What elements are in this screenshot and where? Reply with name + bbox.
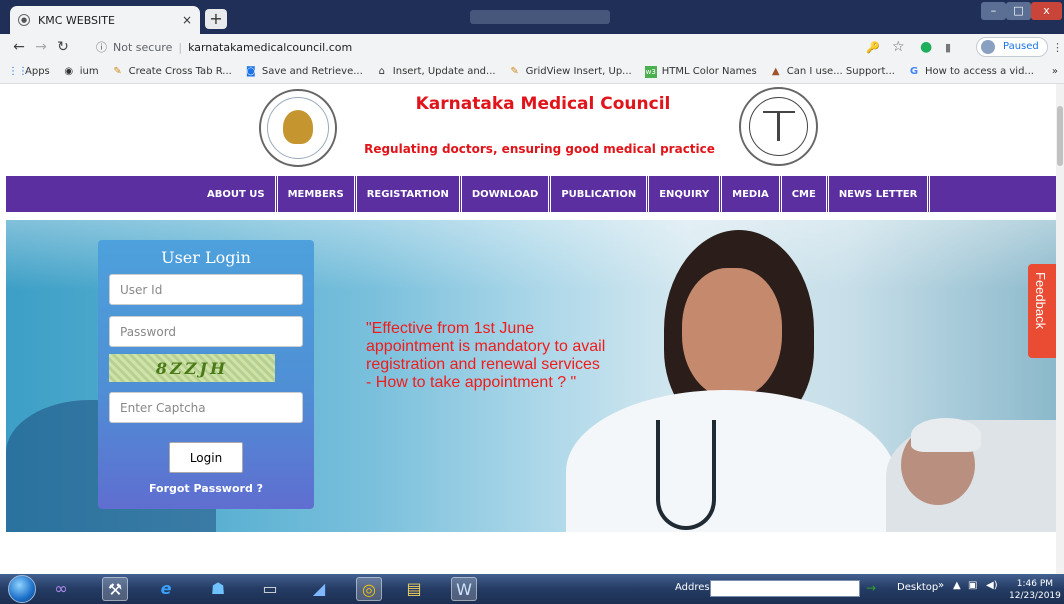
clock-time: 1:46 PM (1016, 579, 1054, 589)
visual-studio-icon[interactable]: ∞ (48, 577, 74, 601)
menu-enquiry[interactable]: ENQUIRY (646, 176, 719, 212)
site-header: Karnataka Medical Council Regulating doc… (0, 84, 1056, 176)
volume-icon[interactable]: ◀) (986, 580, 998, 591)
taskbar-address-input[interactable] (710, 580, 860, 597)
feedback-label: Feedback (1033, 272, 1048, 330)
not-secure-label: Not secure (113, 40, 173, 54)
menu-publication[interactable]: PUBLICATION (548, 176, 646, 212)
google-icon: G (909, 65, 919, 77)
tab-title: KMC WEBSITE (38, 13, 115, 27)
tab-close-icon[interactable]: × (182, 13, 192, 27)
apps-grid-icon: ⋮⋮ (8, 65, 28, 77)
menu-members[interactable]: MEMBERS (274, 176, 354, 212)
info-icon[interactable]: ⓘ (96, 39, 107, 55)
system-clock[interactable]: 1:46 PM 12/23/2019 (1009, 578, 1061, 602)
extension-icon[interactable]: ▮ (945, 37, 951, 57)
file-explorer-icon[interactable]: ▤ (401, 577, 427, 601)
taskbar-overflow-icon[interactable]: » (938, 580, 944, 591)
blurred-window-title (470, 10, 610, 24)
menu-cme[interactable]: CME (778, 176, 826, 212)
login-panel: User Login User Id Password 8ZZJH Enter … (98, 240, 314, 509)
bookmark-icon: ◙ (245, 65, 256, 77)
main-menu: ABOUT US MEMBERS REGISTARTION DOWNLOAD P… (6, 176, 1056, 212)
key-icon[interactable]: 🔑 (866, 37, 880, 57)
bookmark-save-retrieve[interactable]: ◙ Save and Retrieve... (245, 66, 363, 78)
profile-paused-button[interactable]: Paused (976, 37, 1048, 57)
bookmark-html-color-names[interactable]: w3 HTML Color Names (644, 65, 757, 78)
browser-tab-strip: ● KMC WEBSITE × + – □ x (0, 0, 1064, 34)
appointment-notice-link[interactable]: "Effective from 1st June appointment is … (366, 320, 606, 392)
reload-icon[interactable]: ↻ (52, 39, 74, 55)
stethoscope-image (656, 420, 716, 530)
bookmarks-bar: ⋮⋮ Apps ◉ ium ✎ Create Cross Tab R... ◙ Save… (0, 60, 1064, 84)
go-arrow-icon[interactable]: → (862, 580, 880, 597)
address-label: Address (675, 582, 715, 593)
scrollbar-thumb[interactable] (1057, 106, 1063, 166)
page-scrollbar[interactable] (1056, 84, 1064, 574)
address-bar[interactable]: ⓘ Not secure | karnatakamedicalcouncil.c… (96, 37, 871, 57)
kmc-scales-logo (739, 87, 818, 166)
aspsnippets-icon: ✎ (113, 65, 122, 77)
blue-app-icon[interactable]: ◢ (306, 577, 332, 601)
clock-date: 12/23/2019 (1009, 591, 1061, 601)
login-heading: User Login (161, 248, 251, 267)
password-input[interactable]: Password (109, 316, 303, 347)
bookmark-how-to-access[interactable]: G How to access a vid... (908, 66, 1034, 78)
desktop-toolbar-label[interactable]: Desktop (897, 582, 938, 593)
bookmarks-overflow-icon[interactable]: » (1052, 66, 1058, 77)
url-text[interactable]: karnatakamedicalcouncil.com (188, 41, 352, 54)
windows-taskbar: ∞ ⚒ e ☗ ▭ ◢ ◎ ▤ W Address → Desktop » ▲ … (0, 574, 1064, 604)
globe-icon: ◉ (64, 65, 74, 77)
command-prompt-icon[interactable]: ▭ (257, 577, 283, 601)
word-document-icon[interactable]: W (451, 577, 477, 601)
forgot-password-link[interactable]: Forgot Password ? (98, 482, 314, 495)
start-button[interactable] (8, 575, 36, 603)
extension-grammarly-icon[interactable]: ● (920, 37, 932, 57)
forward-arrow-icon[interactable]: → (30, 39, 52, 55)
internet-explorer-icon[interactable]: e (153, 577, 179, 601)
paused-label: Paused (1003, 41, 1039, 52)
caniuse-icon: ▲ (771, 65, 780, 77)
site-favicon-icon: ● (18, 14, 30, 26)
browser-menu-icon[interactable]: ⋮ (1052, 37, 1063, 57)
web-page: Karnataka Medical Council Regulating doc… (0, 84, 1056, 574)
aspsnippets-icon: ✎ (510, 65, 519, 77)
omnibox-separator: | (178, 40, 183, 54)
captcha-image: 8ZZJH (109, 354, 275, 382)
show-hidden-icons-icon[interactable]: ▲ (953, 580, 961, 591)
w3-icon: w3 (644, 65, 657, 78)
login-button[interactable]: Login (169, 442, 243, 473)
bookmark-gridview-insert[interactable]: ✎ GridView Insert, Up... (509, 65, 631, 78)
bookmark-create-cross-tab[interactable]: ✎ Create Cross Tab R... (112, 65, 231, 78)
menu-media[interactable]: MEDIA (719, 176, 779, 212)
network-icon[interactable]: ▣ (968, 580, 977, 591)
captcha-input[interactable]: Enter Captcha (109, 392, 303, 423)
menu-about-us[interactable]: ABOUT US (197, 176, 275, 212)
bookmark-apps[interactable]: ⋮⋮ Apps (8, 66, 50, 78)
site-tagline: Regulating doctors, ensuring good medica… (364, 142, 715, 156)
star-bookmark-icon[interactable]: ☆ (892, 37, 905, 57)
bookmark-can-i-use[interactable]: ▲ Can I use... Support... (770, 66, 895, 78)
userid-input[interactable]: User Id (109, 274, 303, 305)
bookmark-insert-update[interactable]: ⌂ Insert, Update and... (376, 66, 496, 78)
site-title: Karnataka Medical Council (415, 94, 671, 114)
menu-registration[interactable]: REGISTARTION (353, 176, 459, 212)
close-window-button[interactable]: x (1031, 2, 1062, 20)
back-arrow-icon[interactable]: ← (8, 39, 30, 55)
network-users-icon[interactable]: ☗ (205, 577, 231, 601)
bookmark-ium[interactable]: ◉ ium (63, 65, 98, 78)
feedback-tab[interactable]: Feedback (1028, 264, 1056, 358)
page-icon: ⌂ (378, 65, 385, 77)
chrome-icon[interactable]: ◎ (356, 577, 382, 601)
minimize-window-button[interactable]: – (981, 2, 1006, 20)
browser-toolbar: ← → ↻ ⓘ Not secure | karnatakamedicalcou… (0, 34, 1064, 60)
profile-avatar (981, 40, 995, 54)
tools-icon[interactable]: ⚒ (102, 577, 128, 601)
new-tab-button[interactable]: + (205, 9, 227, 29)
menu-news-letter[interactable]: NEWS LETTER (825, 176, 931, 212)
menu-download[interactable]: DOWNLOAD (458, 176, 549, 212)
maximize-window-button[interactable]: □ (1006, 2, 1031, 20)
browser-tab[interactable]: ● KMC WEBSITE × (10, 6, 200, 34)
